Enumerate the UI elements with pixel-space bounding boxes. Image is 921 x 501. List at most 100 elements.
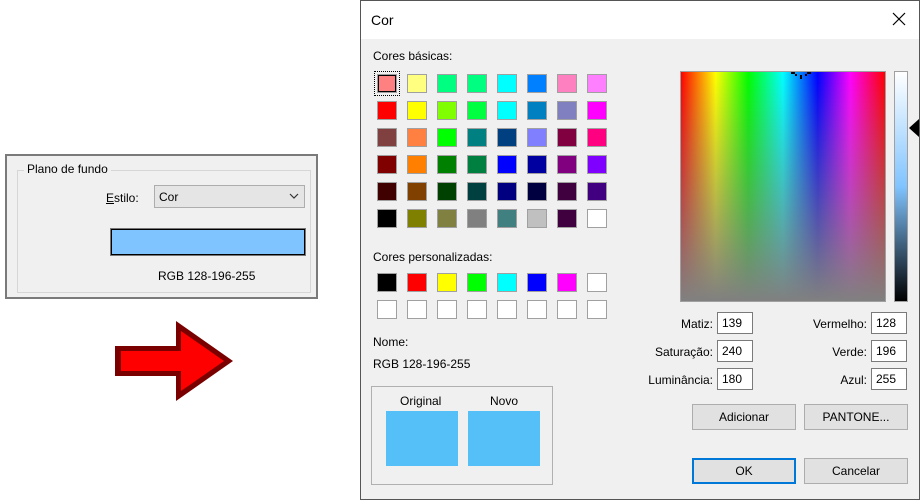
basic-color-swatch-37[interactable] — [497, 182, 517, 201]
style-label-text: stilo: — [114, 191, 139, 205]
basic-color-swatch-48[interactable] — [587, 209, 607, 228]
custom-color-swatch-7[interactable] — [557, 273, 577, 292]
close-icon[interactable] — [891, 11, 907, 27]
style-dropdown-value: Cor — [159, 190, 179, 204]
basic-color-swatch-29[interactable] — [497, 155, 517, 174]
basic-colors-label: Cores básicas: — [373, 49, 453, 63]
custom-color-swatch-15[interactable] — [557, 300, 577, 319]
basic-color-swatch-23[interactable] — [557, 128, 577, 147]
blue-label: Azul: — [840, 373, 867, 387]
basic-color-swatch-22[interactable] — [527, 128, 547, 147]
basic-color-swatch-14[interactable] — [527, 101, 547, 120]
saturation-label: Saturação: — [654, 345, 713, 359]
cancel-button[interactable]: Cancelar — [804, 458, 908, 484]
custom-color-swatch-13[interactable] — [497, 300, 517, 319]
name-label: Nome: — [373, 335, 409, 349]
basic-color-swatch-13[interactable] — [497, 101, 517, 120]
custom-color-swatch-16[interactable] — [587, 300, 607, 319]
basic-color-swatch-12[interactable] — [467, 101, 487, 120]
custom-color-swatch-10[interactable] — [407, 300, 427, 319]
red-input[interactable]: 128 — [871, 312, 907, 334]
green-label: Verde: — [832, 345, 867, 359]
hue-input[interactable]: 139 — [717, 312, 753, 334]
custom-color-swatch-3[interactable] — [437, 273, 457, 292]
original-color-swatch — [386, 411, 458, 466]
new-color-swatch — [468, 411, 540, 466]
custom-color-swatch-14[interactable] — [527, 300, 547, 319]
add-button[interactable]: Adicionar — [692, 404, 796, 430]
basic-color-swatch-34[interactable] — [407, 182, 427, 201]
style-dropdown[interactable]: Cor — [154, 185, 305, 208]
custom-color-swatch-5[interactable] — [497, 273, 517, 292]
basic-color-swatch-40[interactable] — [587, 182, 607, 201]
basic-color-swatch-18[interactable] — [407, 128, 427, 147]
basic-color-swatch-46[interactable] — [527, 209, 547, 228]
basic-color-swatch-15[interactable] — [557, 101, 577, 120]
basic-color-swatch-33[interactable] — [377, 182, 397, 201]
basic-color-swatch-21[interactable] — [497, 128, 517, 147]
basic-color-swatch-27[interactable] — [437, 155, 457, 174]
color-spectrum[interactable] — [680, 71, 886, 302]
custom-color-swatch-2[interactable] — [407, 273, 427, 292]
basic-color-swatch-30[interactable] — [527, 155, 547, 174]
basic-color-swatch-6[interactable] — [527, 74, 547, 93]
custom-color-swatch-4[interactable] — [467, 273, 487, 292]
novo-label: Novo — [490, 394, 519, 408]
basic-color-swatch-24[interactable] — [587, 128, 607, 147]
basic-color-swatch-4[interactable] — [467, 74, 487, 93]
basic-color-swatch-16[interactable] — [587, 101, 607, 120]
basic-color-swatch-8[interactable] — [587, 74, 607, 93]
basic-color-swatch-42[interactable] — [407, 209, 427, 228]
basic-color-swatch-47[interactable] — [557, 209, 577, 228]
basic-color-swatch-3[interactable] — [437, 74, 457, 93]
basic-color-swatch-1[interactable] — [374, 71, 400, 96]
basic-color-swatch-39[interactable] — [557, 182, 577, 201]
luminance-pointer-icon[interactable] — [909, 119, 919, 137]
basic-color-swatch-26[interactable] — [407, 155, 427, 174]
basic-color-swatch-7[interactable] — [557, 74, 577, 93]
style-label: Estilo: — [106, 191, 139, 205]
blue-input[interactable]: 255 — [871, 368, 907, 390]
custom-color-swatch-6[interactable] — [527, 273, 547, 292]
basic-color-swatch-41[interactable] — [377, 209, 397, 228]
basic-color-swatch-10[interactable] — [407, 101, 427, 120]
basic-color-swatch-43[interactable] — [437, 209, 457, 228]
basic-color-swatch-36[interactable] — [467, 182, 487, 201]
basic-color-swatch-11[interactable] — [437, 101, 457, 120]
basic-color-swatch-35[interactable] — [437, 182, 457, 201]
basic-color-swatch-20[interactable] — [467, 128, 487, 147]
luminance-slider[interactable] — [894, 71, 908, 302]
basic-color-swatch-9[interactable] — [377, 101, 397, 120]
basic-color-swatch-25[interactable] — [377, 155, 397, 174]
basic-color-swatch-2[interactable] — [407, 74, 427, 93]
luminance-input[interactable]: 180 — [717, 368, 753, 390]
color-preview-box: Original Novo — [371, 386, 553, 485]
basic-color-swatch-44[interactable] — [467, 209, 487, 228]
saturation-input[interactable]: 240 — [717, 340, 753, 362]
custom-color-swatch-1[interactable] — [377, 273, 397, 292]
custom-colors-label: Cores personalizadas: — [373, 250, 493, 264]
custom-color-swatch-8[interactable] — [587, 273, 607, 292]
green-input[interactable]: 196 — [871, 340, 907, 362]
basic-color-swatch-38[interactable] — [527, 182, 547, 201]
style-label-accelerator: E — [106, 191, 115, 205]
basic-color-swatch-28[interactable] — [467, 155, 487, 174]
basic-color-swatch-19[interactable] — [437, 128, 457, 147]
basic-color-swatch-17[interactable] — [377, 128, 397, 147]
hue-label: Matiz: — [680, 317, 713, 331]
dialog-titlebar: Cor — [361, 1, 919, 39]
basic-color-swatch-5[interactable] — [497, 74, 517, 93]
custom-color-swatch-9[interactable] — [377, 300, 397, 319]
custom-color-swatch-11[interactable] — [437, 300, 457, 319]
pantone-button[interactable]: PANTONE... — [804, 404, 908, 430]
basic-color-swatch-31[interactable] — [557, 155, 577, 174]
custom-color-swatch-12[interactable] — [467, 300, 487, 319]
color-swatch-button[interactable] — [111, 229, 305, 255]
basic-color-swatch-45[interactable] — [497, 209, 517, 228]
original-label: Original — [400, 394, 442, 408]
red-label: Vermelho: — [812, 317, 867, 331]
red-arrow-icon — [115, 321, 233, 401]
ok-button[interactable]: OK — [692, 458, 796, 484]
dialog-title: Cor — [371, 12, 394, 28]
basic-color-swatch-32[interactable] — [587, 155, 607, 174]
